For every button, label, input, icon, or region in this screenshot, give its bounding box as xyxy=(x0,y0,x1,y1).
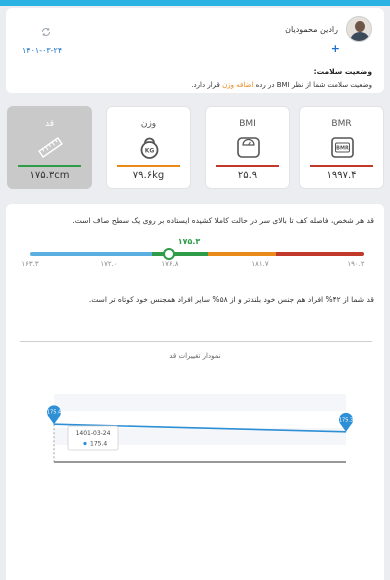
section-divider xyxy=(20,341,372,342)
status-highlight: اضافه وزن xyxy=(222,81,254,89)
gauge-segment-low xyxy=(30,252,152,256)
metric-value: ۱۹۹۷.۴ xyxy=(326,170,357,181)
gauge-current-value: ۱۷۵.۳ xyxy=(177,237,201,246)
profile-card: رادین محمودیان + ۱۴۰۱-۰۳-۲۴ وضعیت سلامت:… xyxy=(6,8,384,93)
metric-value: ۱۷۵.۳cm xyxy=(29,170,70,181)
height-range-gauge xyxy=(30,252,364,256)
metric-status-bar xyxy=(310,165,373,167)
gauge-segment-very-high xyxy=(276,252,364,256)
health-status-title: وضعیت سلامت: xyxy=(313,67,372,76)
gauge-marker xyxy=(163,248,175,260)
metric-value: ۲۵.۹ xyxy=(237,170,258,181)
metric-card-bmr[interactable]: BMR BMR ۱۹۹۷.۴ xyxy=(299,106,384,189)
gauge-tick-label: ۱۷۶.۸ xyxy=(161,260,179,268)
add-icon[interactable]: + xyxy=(331,42,340,55)
avatar[interactable] xyxy=(346,16,372,42)
metric-status-bar xyxy=(117,165,180,167)
gauge-segment-high xyxy=(208,252,276,256)
bathroom-scale-icon xyxy=(237,137,260,158)
height-detail-card: قد هر شخص، فاصله کف تا بالای سر در حالت … xyxy=(6,204,384,580)
tooltip-date: 1401-03-24 xyxy=(76,430,111,437)
metric-label: BMI xyxy=(239,119,256,129)
chart-title: نمودار تغییرات قد xyxy=(169,352,221,360)
metric-card-bmi[interactable]: BMI ۲۵.۹ xyxy=(205,106,290,189)
kettlebell-icon: KG xyxy=(140,137,159,159)
svg-text:KG: KG xyxy=(145,148,155,155)
metric-value: ۷۹.۶kg xyxy=(132,170,165,181)
metric-status-bar xyxy=(18,165,81,167)
gauge-tick-label: ۱۷۲.۰ xyxy=(100,260,118,268)
tooltip-bullet xyxy=(83,441,87,446)
user-name: رادین محمودیان xyxy=(285,25,338,34)
top-accent-bar xyxy=(0,0,390,6)
metric-label: قد xyxy=(44,119,55,129)
metric-card-height[interactable]: قد ۱۷۵.۳cm xyxy=(7,106,92,189)
metric-status-bar xyxy=(216,165,279,167)
tooltip-value: 175.4 xyxy=(90,441,107,448)
height-change-chart[interactable]: 175.4 175.3 1401-03-24 175.4 xyxy=(6,374,384,484)
gauge-tick-label: ۱۹۰.۲ xyxy=(347,260,365,268)
gauge-segment-normal xyxy=(152,252,208,256)
svg-text:BMR: BMR xyxy=(336,146,349,152)
height-comparison-text: قد شما از ۴۲% افراد هم جنس خود بلندتر و … xyxy=(88,295,374,304)
health-status-text: وضعیت سلامت شما از نظر BMI در رده اضافه … xyxy=(191,81,372,89)
gauge-tick-label: ۱۶۳.۳ xyxy=(21,260,39,268)
ruler-icon xyxy=(38,137,63,158)
metric-label: وزن xyxy=(140,119,157,129)
metric-label: BMR xyxy=(331,119,352,129)
gauge-tick-label: ۱۸۱.۷ xyxy=(251,260,269,268)
bmr-scale-icon: BMR xyxy=(331,137,354,158)
profile-date: ۱۴۰۱-۰۳-۲۴ xyxy=(22,46,63,55)
chart-point-label: 175.3 xyxy=(339,417,353,423)
refresh-icon[interactable] xyxy=(40,26,52,38)
metric-card-weight[interactable]: وزن KG ۷۹.۶kg xyxy=(106,106,191,189)
chart-point-label: 175.4 xyxy=(47,410,61,416)
chart-grid-band xyxy=(54,394,346,411)
height-description: قد هر شخص، فاصله کف تا بالای سر در حالت … xyxy=(72,216,374,225)
